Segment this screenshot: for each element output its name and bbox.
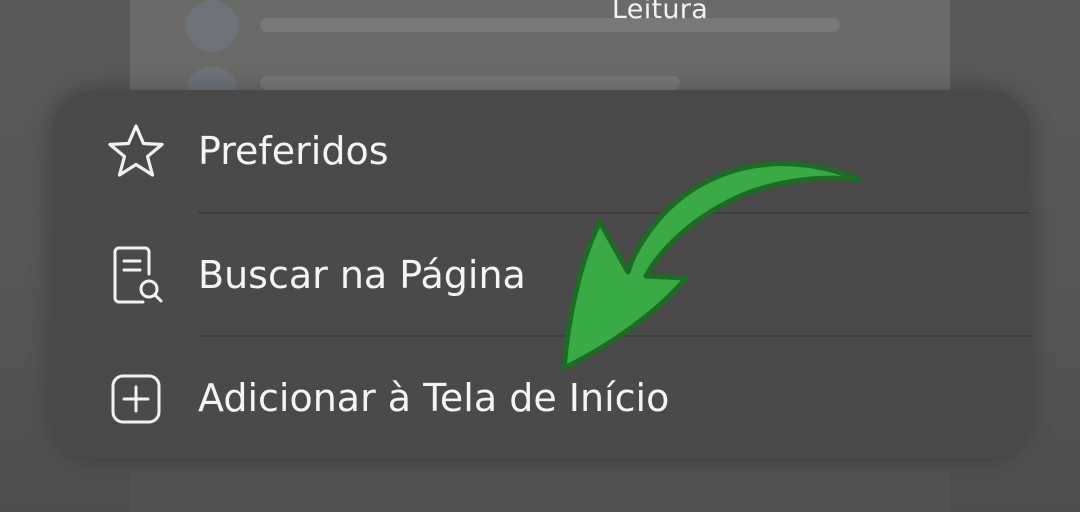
star-icon — [104, 120, 168, 184]
background-bottom-strip — [130, 470, 950, 512]
add-square-icon — [104, 367, 168, 431]
menu-item-find-on-page[interactable]: Buscar na Página — [52, 214, 1030, 337]
context-menu: Preferidos Buscar na Página Adicionar à … — [52, 90, 1030, 458]
background-text-line — [260, 76, 680, 90]
menu-item-label: Adicionar à Tela de Início — [198, 376, 670, 420]
menu-item-label: Buscar na Página — [198, 253, 526, 297]
background-avatar — [186, 0, 238, 52]
search-document-icon — [104, 244, 168, 308]
menu-item-favorites[interactable]: Preferidos — [52, 90, 1030, 213]
menu-item-add-to-home-screen[interactable]: Adicionar à Tela de Início — [52, 337, 1030, 460]
menu-item-label: Preferidos — [198, 129, 389, 173]
background-card-title: Leitura — [611, 0, 709, 25]
